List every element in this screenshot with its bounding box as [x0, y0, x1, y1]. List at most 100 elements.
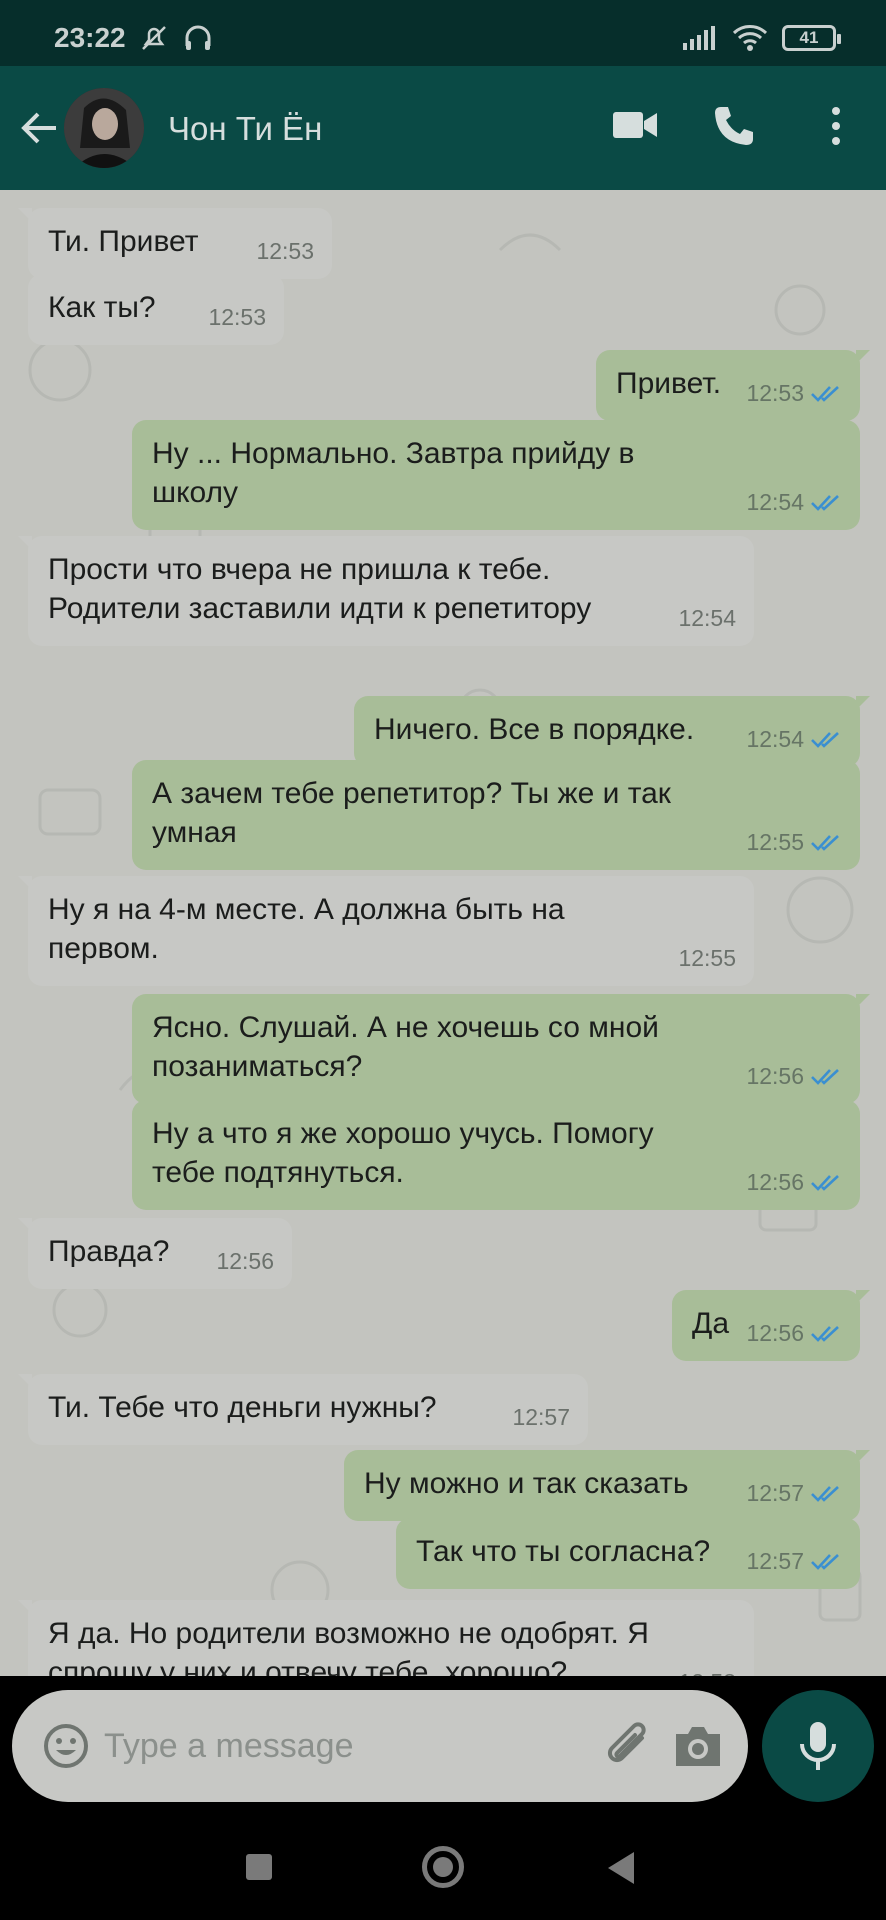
bubble-tail [856, 696, 870, 710]
message-time: 12:57 [746, 1548, 804, 1574]
back-arrow-icon[interactable] [18, 106, 62, 150]
message-time: 12:57 [746, 1480, 804, 1506]
message-meta: 12:55 [746, 823, 842, 862]
voice-message-button[interactable] [762, 1690, 874, 1802]
recent-apps-button[interactable] [246, 1854, 272, 1880]
status-icons-right: 41 [682, 24, 841, 52]
outgoing-message[interactable]: Ясно. Слушай. А не хочешь со мной позани… [132, 994, 870, 1104]
bubble-tail [18, 208, 32, 222]
incoming-message[interactable]: Я да. Но родители возможно не одобрят. Я… [18, 1600, 754, 1676]
message-meta: 12:58 [678, 1663, 736, 1676]
message-time: 12:57 [512, 1404, 570, 1430]
incoming-message[interactable]: Правда? 12:56 [18, 1218, 292, 1289]
message-text: Ну ... Нормально. Завтра прийду в школу [152, 437, 635, 509]
outgoing-message[interactable]: Привет. 12:53 [596, 350, 870, 421]
read-receipt-icon [811, 385, 839, 402]
battery-icon: 41 [782, 25, 841, 51]
more-options-icon[interactable] [826, 104, 846, 148]
message-time: 12:54 [746, 489, 804, 515]
message-meta: 12:53 [256, 232, 314, 271]
outgoing-message[interactable]: Ну ... Нормально. Завтра прийду в школу 1… [132, 420, 860, 530]
message-text: Ясно. Слушай. А не хочешь со мной позани… [152, 1011, 659, 1083]
outgoing-message[interactable]: Так что ты согласна? 12:57 [396, 1518, 860, 1589]
outgoing-message[interactable]: Да 12:56 [672, 1290, 870, 1361]
message-text: Ну а что я же хорошо учусь. Помогу тебе … [152, 1117, 654, 1189]
contact-avatar[interactable] [64, 88, 144, 168]
muted-bell-icon [142, 26, 166, 50]
bubble-tail [18, 876, 32, 890]
message-text: А зачем тебе репетитор? Ты же и так умна… [152, 777, 671, 849]
read-receipt-icon [811, 1553, 839, 1570]
message-input[interactable] [104, 1720, 584, 1772]
bubble-tail [18, 1218, 32, 1232]
message-text: Я да. Но родители возможно не одобрят. Я… [48, 1617, 649, 1676]
emoji-icon[interactable] [42, 1722, 90, 1770]
video-call-icon[interactable] [612, 108, 658, 142]
contact-name[interactable]: Чон Ти Ён [168, 110, 322, 148]
outgoing-message[interactable]: Ну а что я же хорошо учусь. Помогу тебе … [132, 1100, 860, 1210]
bubble-tail [856, 1450, 870, 1464]
message-time: 12:56 [746, 1169, 804, 1195]
message-text: Ти. Тебе что деньги нужны? [48, 1391, 437, 1424]
message-time: 12:54 [746, 726, 804, 752]
message-meta: 12:56 [746, 1163, 842, 1202]
microphone-icon [800, 1722, 836, 1770]
incoming-message[interactable]: Ну я на 4-м месте. А должна быть на перв… [18, 876, 754, 986]
message-meta: 12:54 [746, 483, 842, 522]
chat-header: Чон Ти Ён [0, 66, 886, 190]
voice-call-icon[interactable] [712, 104, 756, 148]
outgoing-message[interactable]: Ну можно и так сказать 12:57 [344, 1450, 870, 1521]
status-bar: 23:22 41 [0, 0, 886, 66]
message-meta: 12:57 [512, 1398, 570, 1437]
bubble-tail [856, 350, 870, 364]
message-meta: 12:57 [746, 1542, 842, 1581]
system-navigation-bar [0, 1812, 886, 1920]
signal-icon [683, 26, 715, 50]
message-meta: 12:54 [678, 599, 736, 638]
attach-icon[interactable] [602, 1720, 656, 1774]
outgoing-message[interactable]: Ничего. Все в порядке. 12:54 [354, 696, 870, 767]
message-time: 12:56 [216, 1248, 274, 1274]
read-receipt-icon [811, 1174, 839, 1191]
incoming-message[interactable]: Ти. Тебе что деньги нужны? 12:57 [18, 1374, 588, 1445]
wifi-icon [732, 25, 768, 51]
headphones-icon [185, 25, 211, 50]
status-time: 23:22 [54, 22, 126, 53]
camera-icon[interactable] [674, 1724, 722, 1768]
home-button[interactable] [422, 1846, 464, 1888]
incoming-message[interactable]: Прости что вчера не пришла к тебе. Родит… [18, 536, 754, 646]
message-time: 12:54 [678, 605, 736, 631]
read-receipt-icon [811, 1325, 839, 1342]
outgoing-message[interactable]: А зачем тебе репетитор? Ты же и так умна… [132, 760, 860, 870]
system-back-button[interactable] [608, 1852, 634, 1884]
read-receipt-icon [811, 834, 839, 851]
message-time: 12:55 [746, 829, 804, 855]
message-text: Ну я на 4-м месте. А должна быть на перв… [48, 893, 565, 965]
read-receipt-icon [811, 731, 839, 748]
message-text: Прости что вчера не пришла к тебе. Родит… [48, 553, 592, 625]
incoming-message[interactable]: Как ты? 12:53 [28, 274, 284, 345]
message-list[interactable]: Ти. Привет 12:53 Как ты? 12:53 Привет. 12:53 Н… [0, 190, 886, 1676]
incoming-message[interactable]: Ти. Привет 12:53 [18, 208, 332, 279]
message-meta: 12:56 [746, 1314, 842, 1353]
message-meta: 12:56 [216, 1242, 274, 1281]
bubble-tail [18, 1600, 32, 1614]
message-meta: 12:55 [678, 939, 736, 978]
avatar-image [64, 88, 144, 168]
bubble-tail [18, 536, 32, 550]
message-time: 12:55 [678, 945, 736, 971]
message-time: 12:56 [746, 1063, 804, 1089]
message-composer [12, 1690, 748, 1802]
read-receipt-icon [811, 494, 839, 511]
message-time: 12:58 [678, 1663, 736, 1676]
message-time: 12:53 [256, 238, 314, 264]
read-receipt-icon [811, 1068, 839, 1085]
status-icons-left [138, 22, 214, 54]
message-meta: 12:53 [746, 374, 842, 413]
bubble-tail [856, 1290, 870, 1304]
message-time: 12:53 [208, 304, 266, 330]
message-meta: 12:53 [208, 298, 266, 337]
message-meta: 12:54 [746, 720, 842, 759]
message-time: 12:56 [746, 1320, 804, 1346]
message-meta: 12:57 [746, 1474, 842, 1513]
